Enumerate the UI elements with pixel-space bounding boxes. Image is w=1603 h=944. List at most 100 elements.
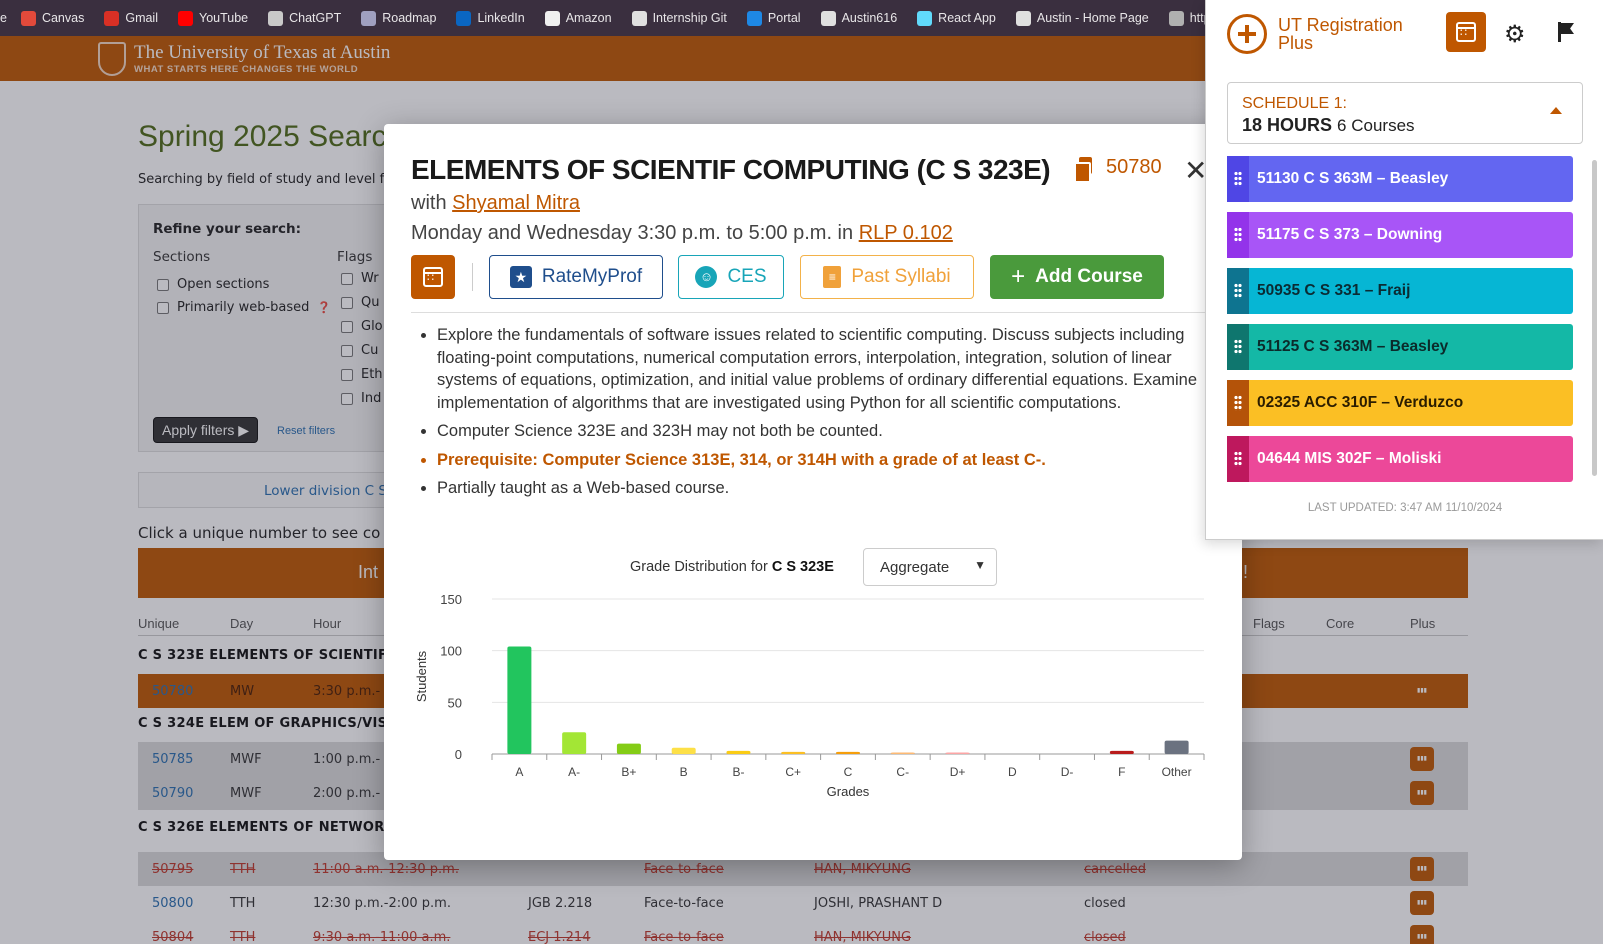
drag-handle-icon[interactable] [1227, 436, 1249, 482]
bookmark-favicon-icon [820, 10, 836, 26]
semester-select[interactable]: Aggregate ▼ [863, 548, 997, 586]
schedule-selector[interactable]: SCHEDULE 1: 18 HOURS 6 Courses [1227, 82, 1583, 144]
bookmark-label: Austin616 [841, 11, 898, 25]
add-to-calendar-button[interactable] [411, 255, 455, 299]
close-icon[interactable]: ✕ [1184, 154, 1207, 187]
x-tick-label: D+ [950, 765, 966, 779]
bar-C [836, 751, 860, 754]
bar-F [1109, 750, 1134, 754]
web-note-item: Partially taught as a Web-based course. [437, 477, 1211, 500]
bookmark-favicon-icon [178, 10, 193, 26]
bar-D+ [945, 752, 970, 754]
hours-value: 18 HOURS [1242, 115, 1333, 135]
bookmark-item[interactable]: Roadmap [351, 10, 446, 26]
schedule-course-card[interactable]: 02325 ACC 310F – Verduzco [1227, 380, 1573, 426]
y-tick-label: 0 [455, 747, 462, 762]
ces-label: CES [727, 266, 767, 287]
course-description: Explore the fundamentals of software iss… [411, 324, 1211, 506]
bookmark-item[interactable]: Austin - Home Page [1006, 10, 1159, 26]
bar-Other [1164, 740, 1189, 754]
x-tick-label: Other [1162, 765, 1192, 779]
bar-C- [890, 752, 915, 754]
meeting-line: Monday and Wednesday 3:30 p.m. to 5:00 p… [411, 222, 953, 245]
bookmark-item[interactable]: Internship Git [622, 10, 737, 26]
ces-button[interactable]: ☺ CES [678, 255, 784, 299]
bookmark-item[interactable]: Austin616 [811, 10, 908, 26]
bookmark-favicon-icon [544, 10, 560, 26]
bookmark-label: Gmail [125, 11, 158, 25]
copy-icon[interactable] [1074, 156, 1092, 183]
bookmark-favicon-icon [631, 10, 647, 26]
bookmark-label: Internship Git [652, 11, 727, 25]
bookmark-favicon-icon [456, 10, 472, 26]
x-tick-label: C [844, 765, 853, 779]
ratemyprof-button[interactable]: ★ RateMyProf [489, 255, 663, 299]
course-card-label: 51175 C S 373 – Downing [1257, 226, 1443, 243]
flag-icon[interactable] [1558, 22, 1574, 42]
plus-icon: + [1011, 263, 1026, 290]
bookmark-item[interactable]: Gmail [94, 10, 168, 26]
bookmark-item[interactable]: Portal [737, 10, 811, 26]
course-card-label: 51130 C S 363M – Beasley [1257, 170, 1449, 187]
bookmark-label: e [0, 11, 7, 25]
bookmark-favicon-icon [1015, 10, 1031, 26]
bookmark-label: Amazon [565, 11, 612, 25]
grade-course: C S 323E [771, 559, 834, 575]
bookmark-item[interactable]: React App [907, 10, 1006, 26]
schedule-course-list: 51130 C S 363M – Beasley 51175 C S 373 – … [1227, 156, 1573, 486]
schedule-course-card[interactable]: 51175 C S 373 – Downing [1227, 212, 1573, 258]
instructor-link[interactable]: Shyamal Mitra [452, 192, 580, 214]
drag-handle-icon[interactable] [1227, 156, 1249, 202]
bar-A [507, 646, 532, 754]
scrollbar[interactable] [1592, 160, 1597, 476]
x-tick-label: D [1008, 765, 1017, 779]
add-course-label: Add Course [1035, 266, 1143, 287]
bookmark-item[interactable]: Canvas [11, 10, 94, 26]
schedule-course-card[interactable]: 51125 C S 363M – Beasley [1227, 324, 1573, 370]
bookmark-label: LinkedIn [477, 11, 525, 25]
drag-handle-icon[interactable] [1227, 212, 1249, 258]
bookmark-item[interactable]: ChatGPT [258, 10, 351, 26]
drag-handle-icon[interactable] [1227, 380, 1249, 426]
bookmark-favicon-icon [917, 10, 933, 26]
x-tick-label: D- [1061, 765, 1074, 779]
bar-B- [726, 750, 751, 754]
description-item: Explore the fundamentals of software iss… [437, 324, 1211, 414]
caret-up-icon[interactable] [1550, 107, 1562, 114]
x-axis-label: Grades [827, 784, 870, 799]
drag-handle-icon[interactable] [1227, 324, 1249, 370]
schedule-course-card[interactable]: 51130 C S 363M – Beasley [1227, 156, 1573, 202]
calendar-button[interactable] [1446, 12, 1486, 52]
ut-registration-plus-panel: UT Registration Plus ⚙ SCHEDULE 1: 18 HO… [1205, 0, 1603, 540]
past-syllabi-button[interactable]: ≡ Past Syllabi [800, 255, 974, 299]
schedule-course-card[interactable]: 04644 MIS 302F – Moliski [1227, 436, 1573, 482]
bookmark-item[interactable]: YouTube [168, 10, 258, 26]
bar-B [671, 747, 696, 754]
drag-handle-icon[interactable] [1227, 268, 1249, 314]
smile-icon: ☺ [695, 266, 718, 288]
unique-number-copy[interactable]: 50780 [1074, 156, 1162, 183]
bookmark-item[interactable]: e [0, 11, 11, 25]
bookmark-favicon-icon [361, 10, 377, 26]
course-details-modal: ELEMENTS OF SCIENTIF COMPUTING (C S 323E… [384, 124, 1242, 860]
divider [472, 263, 473, 291]
bar-C+ [781, 751, 806, 754]
bookmark-item[interactable]: Amazon [535, 10, 622, 26]
bookmark-item[interactable]: LinkedIn [446, 10, 534, 26]
x-tick-label: A [515, 765, 523, 779]
bar-A- [562, 732, 587, 754]
divider [411, 312, 1221, 313]
course-card-label: 02325 ACC 310F – Verduzco [1257, 394, 1464, 411]
x-tick-label: F [1118, 765, 1125, 779]
y-axis-label: Students [414, 650, 429, 702]
calendar-icon [423, 267, 443, 287]
gear-icon[interactable]: ⚙ [1504, 20, 1526, 49]
ratemyprof-label: RateMyProf [541, 266, 643, 287]
course-title: ELEMENTS OF SCIENTIF COMPUTING (C S 323E… [411, 154, 1051, 185]
x-tick-label: A- [568, 765, 580, 779]
chevron-down-icon: ▼ [974, 558, 986, 572]
x-tick-label: B- [732, 765, 744, 779]
room-link[interactable]: RLP 0.102 [859, 222, 953, 244]
add-course-button[interactable]: + Add Course [990, 255, 1164, 299]
schedule-course-card[interactable]: 50935 C S 331 – Fraij [1227, 268, 1573, 314]
